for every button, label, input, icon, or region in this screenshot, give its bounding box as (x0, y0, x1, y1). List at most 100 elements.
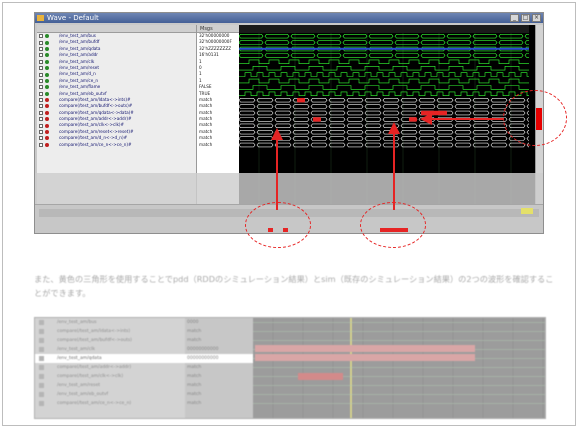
bus-segment (382, 123, 400, 128)
bus-segment (418, 136, 436, 141)
bus-segment (292, 110, 310, 116)
expand-icon[interactable] (39, 53, 43, 58)
pink-highlight (255, 354, 475, 361)
bus-segment (292, 130, 310, 135)
bus-segment (328, 123, 346, 128)
signal-row[interactable]: compare(/test_am/ce_n<->ce_n)# (37, 142, 196, 148)
expand-icon[interactable] (39, 98, 43, 103)
expand-icon[interactable] (39, 40, 43, 45)
second-signal-name: compare(/test_am/bufdf<->outs) (57, 338, 132, 343)
bus-segment (274, 117, 292, 122)
bus-segment (368, 40, 394, 45)
signal-icon (45, 98, 49, 103)
second-value-pane: 0000 match match 00000000000 00000000000 matc… (185, 318, 253, 418)
bus-segment (454, 98, 472, 103)
bus-segment (446, 40, 472, 45)
bus-segment (346, 136, 364, 141)
bus-segment (239, 104, 256, 109)
second-signal-value: 00000000000 (185, 354, 253, 363)
signal-name: /env_test_am/eb_outvf (59, 90, 107, 96)
expand-icon[interactable] (39, 85, 43, 90)
expand-icon[interactable] (39, 110, 43, 115)
expand-icon[interactable] (39, 72, 43, 77)
expand-icon[interactable] (39, 66, 43, 71)
signal-name: compare(/test_am/reset<->reset)# (59, 128, 134, 134)
expand-icon[interactable] (39, 46, 43, 51)
bus-segment (256, 123, 274, 128)
bus-segment (342, 53, 368, 58)
signal-icon (45, 117, 49, 122)
bus-segment (316, 40, 342, 45)
bus-segment (472, 117, 490, 122)
bus-segment (364, 136, 382, 141)
app-icon (37, 15, 44, 21)
bus-segment (382, 98, 400, 103)
expand-icon[interactable] (39, 130, 43, 135)
expand-icon[interactable] (39, 78, 43, 83)
bus-segment (239, 98, 256, 103)
bus-segment (490, 142, 508, 148)
signal-icon (45, 123, 49, 128)
signal-name: /env_test_am/qdata (59, 45, 101, 51)
bus-segment (394, 53, 420, 58)
maximize-button[interactable]: □ (521, 14, 530, 22)
bus-segment (436, 117, 454, 122)
expand-icon[interactable] (39, 59, 43, 64)
second-signal-name: /env_test_am/qdata (57, 356, 102, 361)
bus-segment (346, 130, 364, 135)
bus-segment (310, 136, 328, 141)
signal-icon (39, 347, 44, 352)
signal-name: /env_test_am/flame (59, 84, 101, 90)
signal-icon (45, 142, 49, 147)
second-wave-pane (253, 318, 545, 418)
bus-segment (328, 98, 346, 103)
second-signal-row: /env_test_am/qdata (35, 354, 185, 363)
window-titlebar: Wave - Default _ □ × (35, 13, 543, 23)
expand-icon[interactable] (39, 142, 43, 147)
bus-segment (400, 98, 418, 103)
bus-segment (524, 40, 529, 45)
bus-segment (292, 142, 310, 148)
bus-segment (368, 34, 394, 39)
bus-segment (328, 104, 346, 109)
second-signal-value: 0000 (187, 320, 199, 325)
minimize-button[interactable]: _ (510, 14, 519, 22)
bus-segment (264, 53, 290, 58)
bus-segment (472, 110, 490, 116)
bus-segment (418, 117, 436, 122)
highlight-circle-middle (360, 202, 426, 248)
expand-icon[interactable] (39, 91, 43, 96)
second-signal-value: match (187, 338, 202, 343)
bus-segment (420, 40, 446, 45)
signal-icon (39, 320, 44, 325)
second-wave-canvas (253, 318, 545, 418)
signal-name: /env_test_am/addr (59, 52, 99, 58)
bus-segment (524, 34, 529, 39)
bus-segment (292, 117, 310, 122)
bus-segment (454, 104, 472, 109)
signal-list: /env_test_am/bus/env_test_am/bufdf/env_t… (37, 33, 196, 148)
expand-icon[interactable] (39, 136, 43, 141)
bus-segment (490, 136, 508, 141)
second-signal-name: /env_test_am/reset (57, 383, 100, 388)
signal-icon (39, 383, 44, 388)
bus-segment (418, 104, 436, 109)
bus-segment (256, 130, 274, 135)
bus-segment (239, 123, 256, 128)
bus-segment (316, 34, 342, 39)
bus-segment (446, 34, 472, 39)
expand-icon[interactable] (39, 34, 43, 39)
expand-icon[interactable] (39, 123, 43, 128)
bus-segment (364, 117, 382, 122)
expand-icon[interactable] (39, 117, 43, 122)
cursor-marker[interactable] (521, 208, 533, 214)
bus-segment (400, 110, 418, 116)
expand-icon[interactable] (39, 104, 43, 109)
close-button[interactable]: × (532, 14, 541, 22)
highlight-circle-left (245, 202, 311, 248)
second-signal-row: /env_test_am/clk (35, 345, 185, 354)
bus-segment (400, 142, 418, 148)
second-screenshot: /env_test_am/bus compare(/test_am/ldata<-… (34, 317, 546, 419)
bus-segment (436, 142, 454, 148)
bus-segment (274, 130, 292, 135)
